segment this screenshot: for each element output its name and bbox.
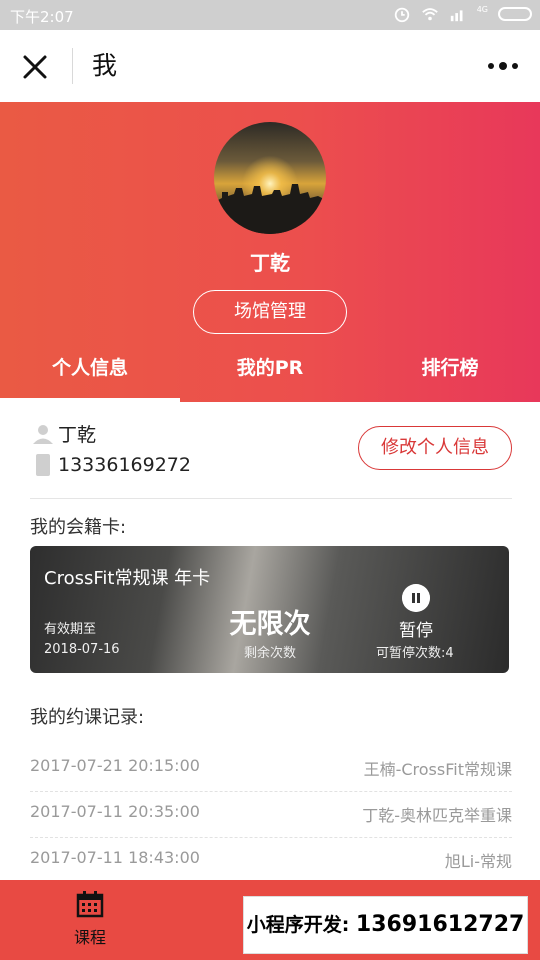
card-remaining-label: 剩余次数 [243, 646, 296, 661]
nav-bar: 我 [0, 30, 540, 102]
alarm-icon [394, 7, 409, 23]
record-row[interactable]: 2017-07-11 18:43:00 旭Li-常规 [30, 838, 512, 884]
record-course: 丁乾-奥林匹克举重课 [362, 806, 512, 825]
card-remaining-value: 无限次 [229, 609, 311, 640]
card-expiry-date: 2018-07-16 [44, 642, 120, 657]
record-course: 旭Li-常规 [444, 852, 512, 871]
info-name-row: 丁乾 [32, 420, 96, 447]
edit-profile-button[interactable]: 修改个人信息 [358, 426, 512, 470]
pause-icon[interactable] [402, 584, 430, 612]
records-section-title: 我的约课记录: [30, 707, 145, 728]
tab-personal-info[interactable]: 个人信息 [0, 347, 180, 402]
membership-section-title: 我的会籍卡: [30, 517, 127, 538]
user-icon [33, 424, 53, 444]
close-icon[interactable] [20, 52, 50, 82]
membership-card[interactable]: CrossFit常规课 年卡 有效期至 2018-07-16 无限次 剩余次数 … [30, 546, 509, 673]
card-expiry-label: 有效期至 [44, 622, 97, 637]
tab-label: 个人信息 [51, 357, 128, 379]
battery-icon [498, 7, 532, 21]
card-pause-count: 可暂停次数:4 [376, 646, 454, 661]
tab-label: 我的PR [236, 357, 304, 379]
avatar-image [214, 122, 326, 234]
record-row[interactable]: 2017-07-11 20:35:00 丁乾-奥林匹克举重课 [30, 792, 512, 838]
status-bar: 下午2:07 4G [0, 0, 540, 30]
info-name: 丁乾 [58, 424, 97, 446]
status-icons: 4G [393, 5, 532, 23]
phone-icon [36, 454, 50, 476]
avatar[interactable] [214, 122, 326, 234]
venue-management-button[interactable]: 场馆管理 [193, 290, 347, 334]
divider [30, 498, 512, 499]
card-title: CrossFit常规课 年卡 [44, 568, 211, 589]
page-title: 我 [92, 51, 118, 80]
record-time: 2017-07-21 20:15:00 [30, 756, 200, 775]
tab-my-pr[interactable]: 我的PR [180, 347, 360, 402]
record-course: 王楠-CrossFit常规课 [363, 760, 512, 779]
tabbar-item-course[interactable]: 课程 [50, 890, 130, 956]
tab-active-indicator [0, 398, 180, 402]
promo-phone: 13691612727 [355, 912, 525, 937]
calendar-icon [76, 891, 104, 918]
record-row[interactable]: 2017-07-21 20:15:00 王楠-CrossFit常规课 [30, 746, 512, 792]
nav-divider [72, 48, 73, 84]
promo-banner: 小程序开发: 13691612727 [243, 896, 528, 954]
tabbar-label-course: 课程 [73, 928, 106, 947]
promo-label: 小程序开发: [246, 914, 350, 936]
profile-name: 丁乾 [250, 251, 290, 275]
tab-leaderboard[interactable]: 排行榜 [360, 347, 540, 402]
profile-header: 丁乾 场馆管理 个人信息 我的PR 排行榜 [0, 102, 540, 402]
card-pause-label[interactable]: 暂停 [366, 616, 466, 641]
record-time: 2017-07-11 18:43:00 [30, 848, 200, 867]
status-time: 下午2:07 [10, 8, 74, 26]
record-time: 2017-07-11 20:35:00 [30, 802, 200, 821]
more-icon[interactable] [486, 54, 520, 78]
profile-tabs: 个人信息 我的PR 排行榜 [0, 347, 540, 402]
signal-icon [450, 10, 463, 22]
tab-label: 排行榜 [421, 357, 479, 379]
wifi-icon [421, 8, 438, 21]
info-phone-row: 13336169272 [32, 453, 191, 477]
info-phone: 13336169272 [58, 454, 191, 476]
network-type-icon: 4G [476, 5, 488, 14]
